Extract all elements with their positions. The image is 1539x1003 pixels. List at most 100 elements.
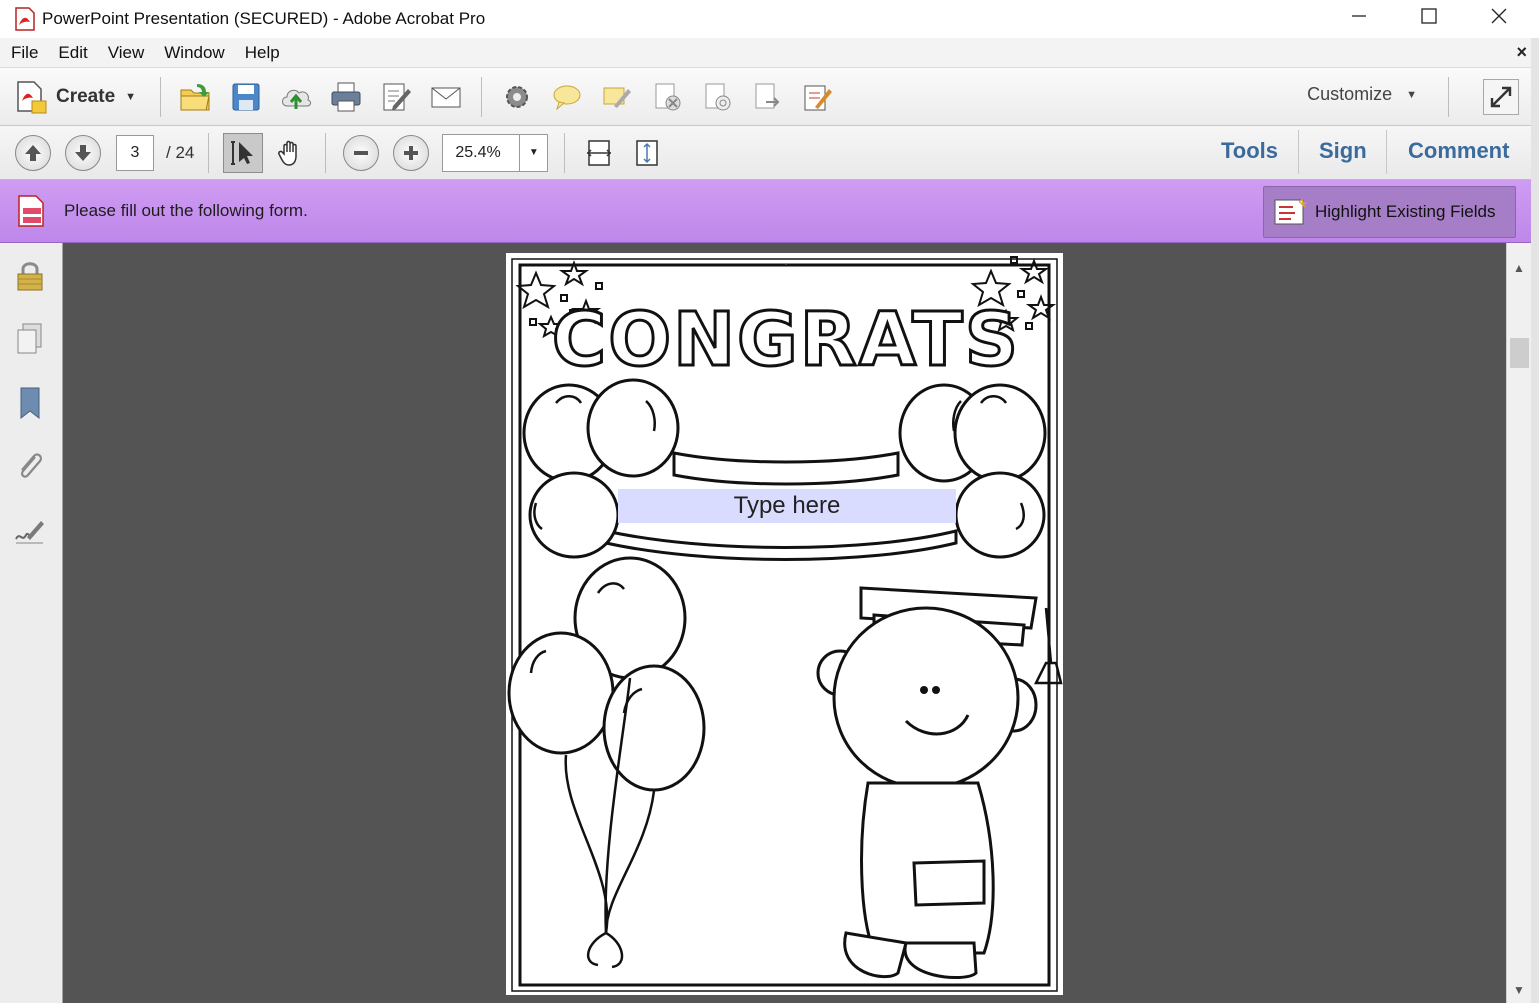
pages-icon [17,323,42,354]
chevron-down-icon: ▼ [1406,88,1417,101]
settings-icon [506,85,529,108]
sticky-note-button[interactable] [547,77,587,117]
fit-page-button[interactable] [627,133,667,173]
highlight-fields-label: Highlight Existing Fields [1315,202,1496,221]
fit-width-button[interactable] [579,133,619,173]
edit-button[interactable] [376,77,416,117]
security-settings-button[interactable] [12,256,48,296]
attachment-icon [20,453,42,478]
previous-page-button[interactable] [15,134,51,171]
document-viewport[interactable]: CONGRATS · Type here [63,243,1506,1003]
redact-button[interactable] [647,77,687,117]
toolbar-separator [1448,77,1449,117]
hand-icon [278,140,298,166]
navigation-pane [0,243,63,1003]
email-button[interactable] [426,77,466,117]
redact-icon [655,83,681,110]
protect-icon [705,83,731,110]
create-label: Create [56,85,116,107]
close-document-button[interactable]: × [1516,42,1527,63]
menu-help[interactable]: Help [235,43,290,63]
panel-separator [1298,130,1299,174]
close-window-button[interactable] [1464,0,1534,32]
select-tool-button[interactable] [223,132,264,173]
main-toolbar: Create ▼ Customize ▼ [0,68,1531,126]
menu-view[interactable]: View [98,43,155,63]
plus-icon [404,145,419,160]
page-thumbnails-button[interactable] [12,319,48,359]
create-button[interactable]: Create ▼ [14,79,150,115]
maximize-button[interactable] [1394,0,1464,32]
minimize-button[interactable] [1324,0,1394,32]
upload-cloud-button[interactable] [276,77,316,117]
toolbar-separator [325,132,327,173]
comment-panel-link[interactable]: Comment [1408,138,1509,164]
fit-width-icon [587,139,612,166]
page-number-input[interactable]: 3 [116,134,154,171]
menu-window[interactable]: Window [154,43,234,63]
zoom-out-button[interactable] [343,134,380,171]
zoom-in-button[interactable] [393,134,430,171]
chevron-down-icon: ▼ [125,90,137,103]
open-icon [180,83,210,110]
lock-icon [17,262,43,291]
window-title: PowerPoint Presentation (SECURED) - Adob… [42,9,486,28]
name-form-field[interactable]: Type here [618,489,956,523]
scroll-down-icon[interactable]: ▼ [1513,983,1525,997]
save-icon [232,83,260,110]
highlight-existing-fields-button[interactable]: Highlight Existing Fields [1263,186,1516,238]
customize-dropdown[interactable]: Customize ▼ [1307,84,1417,105]
acrobat-window: PowerPoint Presentation (SECURED) - Adob… [0,0,1539,1003]
form-notification-bar: Please fill out the following form. High… [0,180,1531,243]
scrollbar-thumb[interactable] [1510,338,1529,368]
highlight-fields-icon [1274,198,1307,225]
arrow-down-icon [75,144,91,161]
print-button[interactable] [326,77,366,117]
congrats-heading: CONGRATS [552,297,1020,383]
hand-tool-button[interactable] [271,133,311,173]
comment-bubble-icon [553,85,581,110]
bookmark-icon [20,387,40,420]
vertical-scrollbar[interactable]: ▲ ▼ [1506,243,1531,1003]
export-icon [755,83,780,108]
menu-file[interactable]: File [0,43,48,63]
form-edit-button[interactable] [797,77,837,117]
print-icon [331,82,361,111]
svg-text:·: · [785,262,787,269]
save-button[interactable] [226,77,266,117]
menu-bar: File Edit View Window Help × [0,38,1539,68]
email-icon [431,87,461,107]
open-button[interactable] [176,77,216,117]
close-icon [1491,8,1507,24]
tools-panel-link[interactable]: Tools [1221,138,1278,164]
full-screen-button[interactable] [1483,79,1519,115]
title-bar: PowerPoint Presentation (SECURED) - Adob… [0,0,1539,38]
maximize-icon [1421,8,1437,24]
bookmarks-button[interactable] [12,383,48,423]
minus-icon [354,150,369,155]
congrats-illustration: CONGRATS · [507,256,1063,992]
form-document-icon [18,195,44,227]
next-page-button[interactable] [65,134,101,171]
attachments-button[interactable] [12,447,48,487]
signatures-button[interactable] [12,511,48,551]
page-total: / 24 [166,142,195,162]
minimize-icon [1352,15,1366,17]
settings-button[interactable] [497,77,537,117]
menu-edit[interactable]: Edit [48,43,97,63]
sign-panel-link[interactable]: Sign [1319,138,1367,164]
highlight-text-button[interactable] [597,77,637,117]
fit-page-icon [636,139,659,166]
toolbar-separator [208,132,210,173]
form-edit-icon [804,85,833,110]
window-edge [1531,38,1539,1003]
arrow-up-icon [25,144,41,161]
protect-button[interactable] [697,77,737,117]
export-button[interactable] [747,77,787,117]
toolbar-separator [160,76,162,117]
chevron-down-icon[interactable]: ▼ [519,134,547,171]
scroll-up-icon[interactable]: ▲ [1513,261,1525,275]
text-cursor-arrow-icon [231,140,254,165]
zoom-select[interactable]: 25.4% ▼ [442,133,549,172]
upload-icon [282,89,312,109]
